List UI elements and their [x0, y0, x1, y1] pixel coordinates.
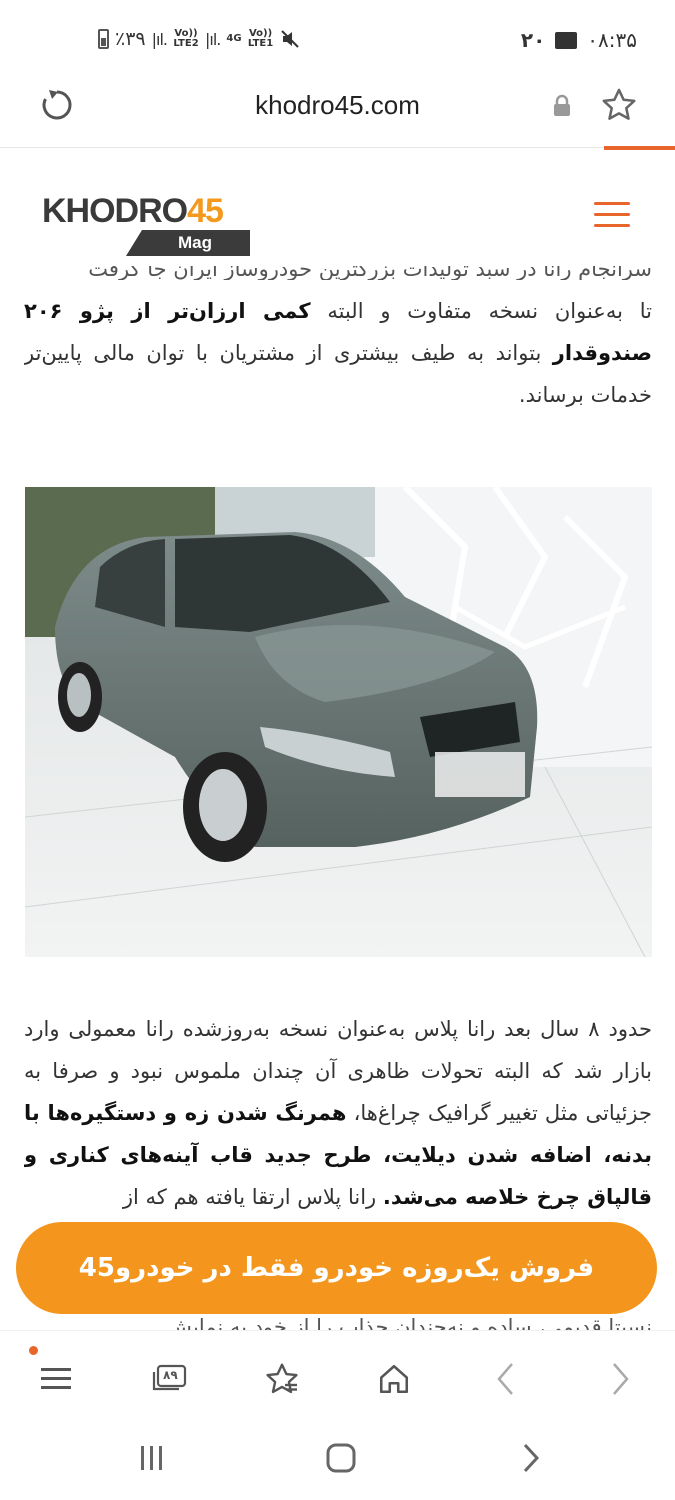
- article-car-photo: [25, 487, 652, 957]
- forward-arrow-icon[interactable]: [596, 1355, 644, 1403]
- sale-cta-button[interactable]: فروش یک‌روزه خودرو فقط در خودرو45: [16, 1222, 657, 1314]
- status-bar: ٪۳۹ |ıl. Vo)) LTE2 |ıl. 4G Vo)) LTE1 ۲۰ …: [0, 0, 675, 80]
- star-icon[interactable]: [600, 86, 638, 124]
- recent-apps-icon[interactable]: [138, 1441, 166, 1475]
- logo-text: KHODRO45: [42, 192, 224, 230]
- hamburger-menu-icon[interactable]: [32, 1355, 80, 1403]
- paragraph-text: تا به‌عنوان نسخه متفاوت و البته: [310, 299, 652, 323]
- status-left: ٪۳۹ |ıl. Vo)) LTE2 |ıl. 4G Vo)) LTE1: [98, 28, 300, 50]
- site-logo[interactable]: KHODRO45 Mag: [42, 192, 250, 256]
- notification-count: ۲۰: [520, 28, 546, 52]
- signal-icon: |ıl.: [151, 29, 168, 49]
- url-text[interactable]: khodro45.com: [0, 90, 675, 121]
- tabs-icon[interactable]: ۸۹: [145, 1355, 193, 1403]
- android-navigation-bar: [0, 1425, 675, 1500]
- mute-icon: [280, 30, 299, 48]
- home-button-icon[interactable]: [325, 1441, 357, 1475]
- article-paragraph-1: سرانجام رانا در سبد تولیدات بزرگترین خود…: [24, 266, 652, 446]
- tabs-count: ۸۹: [163, 1368, 178, 1382]
- paragraph-cut-line: سرانجام رانا در سبد تولیدات بزرگترین خود…: [88, 266, 652, 281]
- signal-icon-2: |ıl.: [205, 29, 221, 49]
- network-gen: 4G: [226, 33, 242, 44]
- home-icon[interactable]: [370, 1355, 418, 1403]
- back-button-icon[interactable]: [520, 1441, 542, 1475]
- browser-address-bar: khodro45.com: [0, 80, 675, 148]
- paragraph-text: رانا پلاس ارتقا یافته هم که از: [122, 1185, 383, 1209]
- folder-icon: [555, 31, 578, 49]
- network-label-1: Vo)) LTE1: [247, 28, 274, 49]
- logo-mag-tag: Mag: [126, 230, 250, 256]
- lock-icon[interactable]: [552, 94, 572, 118]
- back-arrow-icon[interactable]: [482, 1355, 530, 1403]
- network-label-2: Vo)) LTE2: [173, 28, 199, 49]
- notification-dot: [29, 1346, 38, 1355]
- battery-level: ٪۳۹: [115, 28, 146, 50]
- battery-icon: [98, 29, 109, 49]
- site-header: KHODRO45 Mag: [0, 150, 675, 280]
- status-right: ۲۰ ۰۸:۳۵: [521, 28, 637, 52]
- hamburger-menu-icon[interactable]: [594, 202, 630, 235]
- clock: ۰۸:۳۵: [587, 28, 637, 52]
- browser-bottom-toolbar: ۸۹: [0, 1330, 675, 1425]
- bookmarks-icon[interactable]: [258, 1355, 306, 1403]
